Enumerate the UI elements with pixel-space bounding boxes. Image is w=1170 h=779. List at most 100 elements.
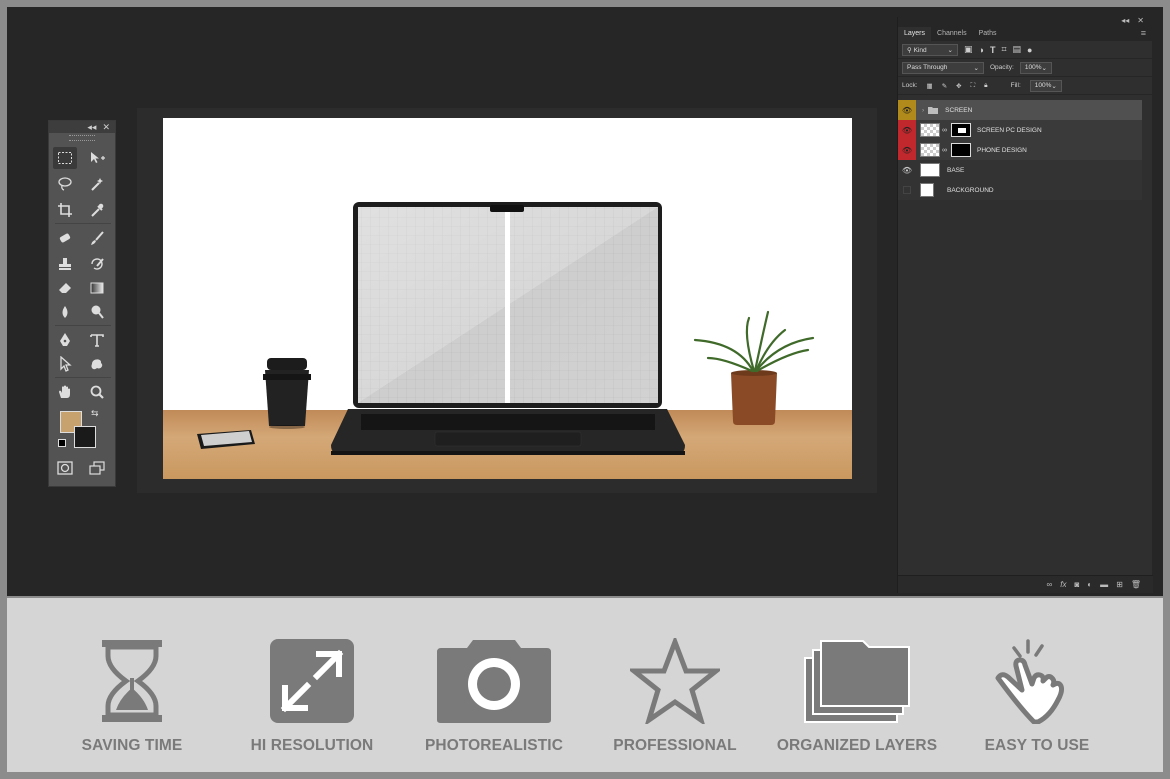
lock-all-icon[interactable]: 🔒︎ [984,82,987,90]
visibility-eye-icon[interactable]: 👁︎ [898,140,916,160]
layer-row-screen-pc-design[interactable]: 👁︎ ∞ SCREEN PC DESIGN [898,120,1142,140]
layer-row-phone-design[interactable]: 👁︎ ∞ PHONE DESIGN [898,140,1142,160]
kind-filter-select[interactable]: ⚲ Kind ⌄ [902,43,958,56]
eraser-icon [59,283,71,293]
star-icon [630,638,720,724]
filter-toggle-icon[interactable]: ● [1027,45,1032,55]
magnifier-icon [90,385,104,399]
filter-adjustment-icon[interactable]: ◑ [979,45,984,55]
link-layers-icon[interactable]: ∞ [1047,580,1053,589]
magic-wand-tool[interactable] [85,173,109,195]
layer-row-background[interactable]: BACKGROUND [898,180,1142,200]
layer-row-base[interactable]: 👁︎ BASE [898,160,1142,180]
opacity-value: 100% [1024,64,1042,71]
folder-stack-icon [804,640,910,723]
layer-name: BACKGROUND [947,186,994,194]
tab-layers[interactable]: Layers [898,27,932,41]
filter-type-icon[interactable]: T [990,45,996,55]
default-colors-icon[interactable] [58,439,66,447]
hourglass-icon [102,640,162,722]
type-tool[interactable] [85,329,109,351]
hand-tool[interactable] [53,381,77,403]
blend-row: Pass Through ⌄ Opacity: 100% ⌄ [898,59,1152,77]
tap-hand-icon [995,639,1065,724]
marquee-icon [58,152,72,164]
layer-name: SCREEN PC DESIGN [977,126,1042,134]
fill-field[interactable]: 100% ⌄ [1029,79,1062,92]
chevron-down-icon: ⌄ [973,64,979,72]
background-color-swatch[interactable] [74,426,96,448]
healing-tool[interactable] [53,227,77,249]
lasso-tool[interactable] [53,173,77,195]
panel-menu-icon[interactable]: ≡ [1141,28,1146,38]
gradient-tool[interactable] [85,277,109,299]
panel-close-icon[interactable]: ✕ [1137,17,1144,25]
screen-mode-tool[interactable] [85,457,109,479]
feature-label: ORGANIZED LAYERS [776,737,938,754]
zoom-tool[interactable] [85,381,109,403]
lock-row: Lock: ▦ ✎ ✥ ⛶ 🔒︎ Fill: 100% ⌄ [898,77,1152,95]
visibility-toggle-empty[interactable] [898,180,916,200]
add-mask-icon[interactable]: ◙ [1074,580,1079,589]
adjustment-layer-icon[interactable]: ◐ [1087,580,1092,589]
filter-shape-icon[interactable]: ⌗ [1001,44,1006,55]
blend-mode-select[interactable]: Pass Through ⌄ [902,61,984,74]
document-canvas[interactable] [163,118,852,479]
close-icon[interactable]: ✕ [102,122,110,133]
magic-wand-icon [91,178,103,191]
eyedropper-tool[interactable] [85,199,109,221]
visibility-eye-icon[interactable]: 👁︎ [898,120,916,140]
swap-colors-icon[interactable]: ⇆ [91,408,99,419]
brush-tool[interactable] [85,227,109,249]
lock-position-icon[interactable]: ✥ [956,82,961,90]
layer-mask-thumbnail [951,123,971,137]
smart-object-thumbnail [920,143,940,157]
type-icon [90,334,104,347]
bandage-icon [59,233,71,243]
folder-icon [928,107,939,114]
layer-name: PHONE DESIGN [977,146,1027,154]
pen-tool[interactable] [53,329,77,351]
new-layer-icon[interactable]: ⊞ [1116,580,1123,589]
link-chain-icon: ∞ [942,126,947,134]
toolbox-grip[interactable] [69,135,95,141]
visibility-eye-icon[interactable]: 👁︎ [898,160,916,180]
history-brush-tool[interactable] [85,253,109,275]
quick-mask-tool[interactable] [53,457,77,479]
tab-channels[interactable]: Channels [931,27,973,41]
trash-icon[interactable]: 🗑︎ [1131,580,1141,589]
layers-panel-footer: ∞ fx ◙ ◐ ▬ ⊞ 🗑︎ [898,575,1153,593]
chevron-down-icon: ⌄ [947,46,953,54]
hand-icon [59,385,70,398]
collapse-icon[interactable]: ◂◂ [87,122,96,133]
layer-row-screen[interactable]: 👁︎ › SCREEN [898,100,1142,120]
custom-shape-icon [91,359,103,370]
group-expand-icon[interactable]: › [922,107,924,114]
blur-tool[interactable] [53,301,77,323]
lock-pixels-icon[interactable]: ✎ [942,82,947,90]
opacity-field[interactable]: 100% ⌄ [1019,61,1052,74]
blend-mode-value: Pass Through [907,64,948,71]
filter-pixel-icon[interactable]: ▣ [964,44,973,55]
tab-paths[interactable]: Paths [973,27,1003,41]
stamp-tool[interactable] [53,253,77,275]
marquee-tool[interactable] [53,147,77,169]
visibility-eye-icon[interactable]: 👁︎ [898,100,916,120]
toolbox-header[interactable]: ◂◂ ✕ [49,121,115,133]
move-tool[interactable] [85,147,109,169]
fx-icon[interactable]: fx [1060,580,1066,589]
drop-icon [62,306,68,318]
shape-tool[interactable] [85,353,109,375]
laptop [331,202,685,455]
new-group-icon[interactable]: ▬ [1100,580,1108,589]
camera-icon [437,640,551,723]
lock-artboard-icon[interactable]: ⛶ [971,82,976,90]
filter-smart-object-icon[interactable]: ▤ [1013,44,1022,55]
eraser-tool[interactable] [53,277,77,299]
panel-collapse-icon[interactable]: ◂◂ [1121,17,1129,25]
lock-transparent-icon[interactable]: ▦ [927,82,933,90]
path-selection-tool[interactable] [53,353,77,375]
feature-professional: PROFESSIONAL [585,598,765,772]
crop-tool[interactable] [53,199,77,221]
dodge-tool[interactable] [85,301,109,323]
